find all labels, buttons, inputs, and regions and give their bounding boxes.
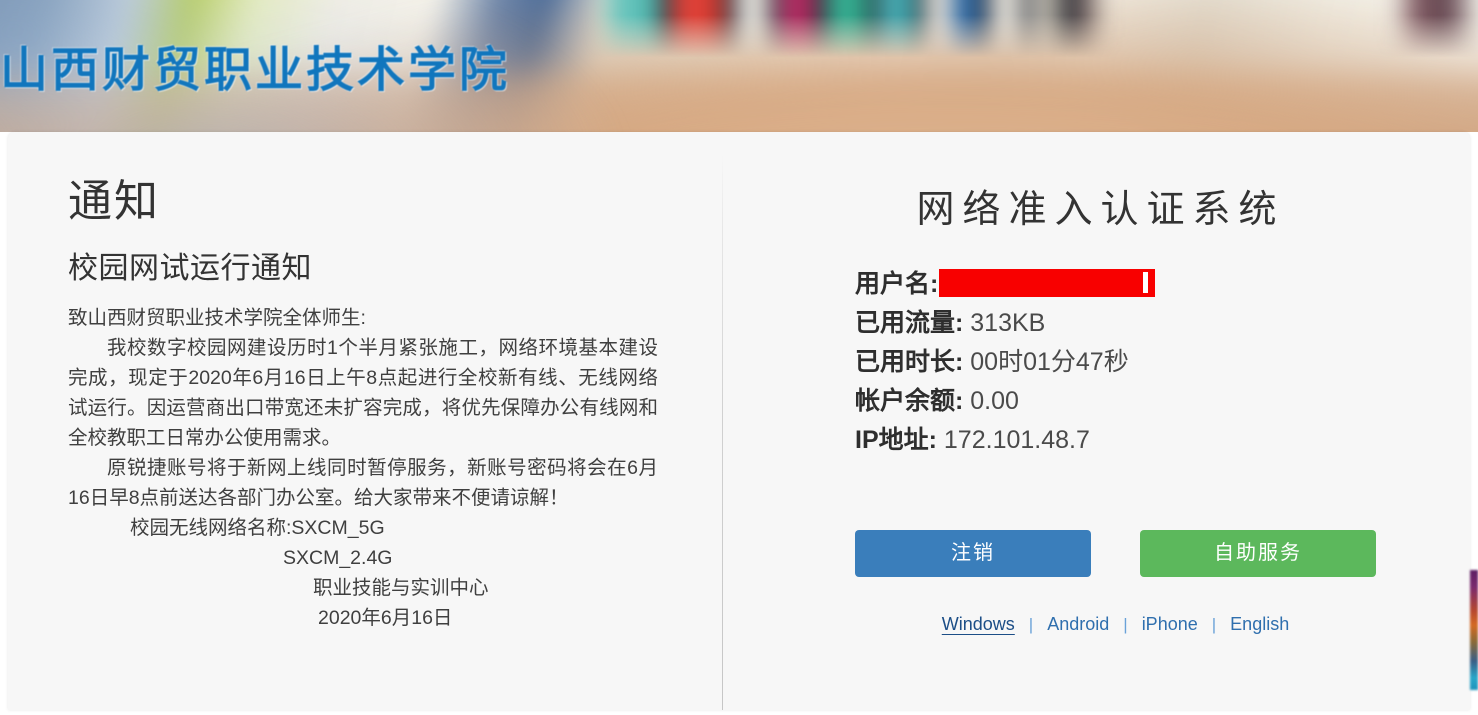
header-banner: 山西财贸职业技术学院 bbox=[0, 0, 1478, 132]
notice-wifi-24g: SXCM_2.4G bbox=[283, 546, 393, 569]
username-redaction-box bbox=[939, 269, 1156, 297]
info-label-ip-address: IP地址: bbox=[855, 426, 937, 454]
info-row-username: 用户名: bbox=[855, 265, 1415, 304]
info-value-balance: 0.00 bbox=[970, 387, 1019, 415]
notice-panel: 通知 校园网试运行通知 致山西财贸职业技术学院全体师生: 我校数字校园网建设历时… bbox=[68, 177, 658, 633]
notice-wifi-5g: 校园无线网络名称:SXCM_5G bbox=[130, 516, 385, 539]
info-row-data-used: 已用流量: 313KB bbox=[855, 304, 1415, 343]
page-root: 山西财贸职业技术学院 通知 校园网试运行通知 致山西财贸职业技术学院全体师生: … bbox=[0, 0, 1478, 715]
info-value-duration: 00时01分47秒 bbox=[970, 348, 1129, 376]
notice-signature-dept: 职业技能与实训中心 bbox=[313, 576, 489, 599]
notice-salutation: 致山西财贸职业技术学院全体师生: bbox=[68, 306, 366, 329]
notice-subtitle: 校园网试运行通知 bbox=[68, 252, 312, 286]
info-value-ip-address: 172.101.48.7 bbox=[943, 426, 1090, 454]
main-card: 通知 校园网试运行通知 致山西财贸职业技术学院全体师生: 我校数字校园网建设历时… bbox=[8, 132, 1470, 710]
platform-link-row: Windows | Android | iPhone | English bbox=[855, 614, 1376, 635]
info-label-balance: 帐户余额: bbox=[855, 387, 964, 415]
info-value-data-used: 313KB bbox=[970, 309, 1046, 337]
info-row-balance: 帐户余额: 0.00 bbox=[855, 382, 1415, 421]
notice-signature-date: 2020年6月16日 bbox=[318, 606, 453, 629]
info-label-username: 用户名: bbox=[855, 270, 939, 298]
account-info-list: 用户名: 已用流量: 313KB 已用时长: 00时01分47秒 帐户余额: 0… bbox=[855, 265, 1415, 460]
self-service-button[interactable]: 自助服务 bbox=[1140, 530, 1376, 577]
info-label-duration: 已用时长: bbox=[855, 348, 964, 376]
info-row-ip-address: IP地址: 172.101.48.7 bbox=[855, 421, 1415, 460]
info-label-data-used: 已用流量: bbox=[855, 309, 964, 337]
notice-paragraph-1: 我校数字校园网建设历时1个半月紧张施工，网络环境基本建设完成，现定于2020年6… bbox=[68, 336, 658, 449]
auth-panel: 网络准入认证系统 用户名: 已用流量: 313KB 已用时长: 00时01分47… bbox=[723, 132, 1470, 710]
school-name-title: 山西财贸职业技术学院 bbox=[0, 42, 511, 99]
right-edge-gradient-strip bbox=[1470, 570, 1478, 690]
logout-button[interactable]: 注销 bbox=[855, 530, 1091, 577]
info-row-duration: 已用时长: 00时01分47秒 bbox=[855, 343, 1415, 382]
notice-title: 通知 bbox=[68, 177, 160, 226]
platform-link-iphone[interactable]: iPhone bbox=[1128, 614, 1212, 635]
action-button-row: 注销 自助服务 bbox=[855, 530, 1376, 577]
platform-link-windows[interactable]: Windows bbox=[928, 614, 1029, 635]
platform-link-english[interactable]: English bbox=[1216, 614, 1303, 635]
notice-paragraph-2: 原锐捷账号将于新网上线同时暂停服务，新账号密码将会在6月16日早8点前送达各部门… bbox=[68, 456, 658, 509]
auth-system-title: 网络准入认证系统 bbox=[916, 189, 1285, 231]
platform-link-android[interactable]: Android bbox=[1033, 614, 1123, 635]
